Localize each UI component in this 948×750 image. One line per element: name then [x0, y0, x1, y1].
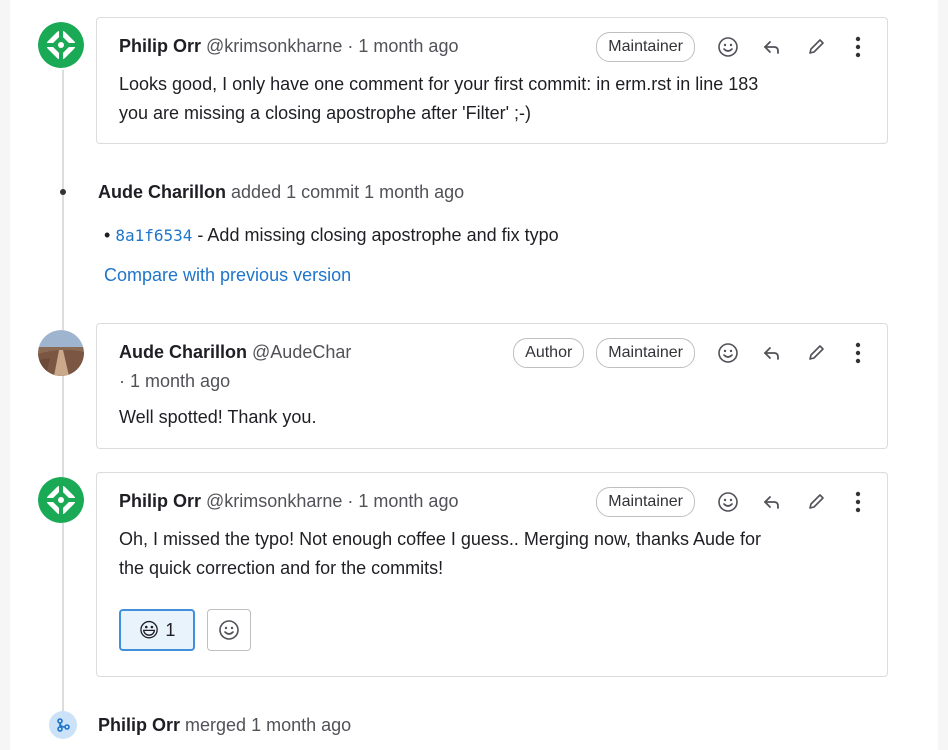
system-note-commit: Aude Charillon added 1 commit 1 month ag… [98, 180, 464, 204]
avatar[interactable] [38, 22, 84, 68]
system-time[interactable]: 1 month ago [251, 715, 351, 735]
author-username[interactable]: @krimsonkharne [206, 491, 342, 511]
add-reaction-button[interactable] [207, 609, 251, 651]
note-body: Well spotted! Thank you. [119, 403, 869, 432]
note-actions: Author Maintainer [501, 338, 869, 368]
note-time[interactable]: 1 month ago [130, 371, 230, 391]
smiley-icon [718, 37, 738, 57]
pencil-icon [809, 39, 824, 54]
note-time[interactable]: 1 month ago [358, 491, 458, 511]
edit-button[interactable] [805, 491, 827, 513]
merge-request-activity: Philip Orr @krimsonkharne · 1 month ago … [10, 0, 938, 750]
note-body-line: the quick correction and for the commits… [119, 558, 444, 578]
bullet: • [104, 225, 111, 245]
reply-icon [764, 496, 779, 509]
kebab-icon [855, 491, 861, 513]
reply-button[interactable] [761, 36, 783, 58]
reply-button[interactable] [761, 342, 783, 364]
note-header: Philip Orr @krimsonkharne · 1 month ago [119, 34, 458, 58]
commit-message: Add missing closing apostrophe and fix t… [207, 225, 559, 245]
comment-note: Philip Orr @krimsonkharne · 1 month ago … [96, 17, 888, 144]
timeline-line [62, 70, 64, 720]
reply-icon [764, 347, 779, 360]
merge-icon [49, 711, 77, 739]
pencil-icon [809, 494, 824, 509]
commit-item: • 8a1f6534 - Add missing closing apostro… [104, 223, 559, 248]
smiley-icon [718, 492, 738, 512]
more-actions-button[interactable] [847, 342, 869, 364]
pencil-icon [809, 345, 824, 360]
comment-note: Aude Charillon @AudeChar · 1 month ago A… [96, 323, 888, 449]
timeline-dot [60, 189, 66, 195]
system-time[interactable]: 1 month ago [364, 182, 464, 202]
reaction-smiley-button[interactable]: 😃 1 [119, 609, 195, 651]
system-note-merged: Philip Orr merged 1 month ago [98, 713, 351, 737]
author-badge: Author [513, 338, 585, 368]
reaction-count: 1 [165, 619, 176, 640]
note-body: Oh, I missed the typo! Not enough coffee… [119, 525, 869, 583]
maintainer-badge: Maintainer [596, 338, 695, 368]
more-actions-button[interactable] [847, 36, 869, 58]
avatar[interactable] [38, 477, 84, 523]
reply-icon [764, 41, 779, 54]
reaction-emoji: 😃 [138, 619, 160, 642]
maintainer-badge: Maintainer [596, 487, 695, 517]
separator: · [347, 36, 354, 56]
separator: · [347, 491, 354, 511]
photo-avatar [38, 330, 84, 376]
add-reaction-button[interactable] [717, 36, 739, 58]
gitlab-avatar-icon [38, 477, 84, 523]
kebab-icon [855, 36, 861, 58]
smiley-icon [718, 343, 738, 363]
add-reaction-button[interactable] [717, 342, 739, 364]
author-name[interactable]: Aude Charillon [98, 182, 226, 202]
note-header: Philip Orr @krimsonkharne · 1 month ago [119, 489, 458, 513]
note-time[interactable]: 1 month ago [358, 36, 458, 56]
note-actions: Maintainer [584, 487, 869, 517]
author-name[interactable]: Aude Charillon [119, 342, 247, 362]
separator: · [119, 371, 125, 391]
smiley-icon [219, 620, 239, 640]
note-body: Looks good, I only have one comment for … [119, 70, 869, 128]
system-action: merged [185, 715, 247, 735]
kebab-icon [855, 342, 861, 364]
commit-dash: - [197, 225, 204, 245]
comment-note: Philip Orr @krimsonkharne · 1 month ago … [96, 472, 888, 677]
compare-version-link[interactable]: Compare with previous version [104, 263, 351, 287]
note-body-line: Looks good, I only have one comment for … [119, 74, 759, 94]
add-reaction-button[interactable] [717, 491, 739, 513]
note-time-line: · 1 month ago [119, 369, 230, 393]
note-body-line: Well spotted! Thank you. [119, 407, 317, 427]
note-header: Aude Charillon @AudeChar [119, 340, 351, 364]
note-body-line: Oh, I missed the typo! Not enough coffee… [119, 529, 762, 549]
commit-sha-link[interactable]: 8a1f6534 [115, 226, 192, 245]
note-body-line: you are missing a closing apostrophe aft… [119, 103, 532, 123]
author-username[interactable]: @krimsonkharne [206, 36, 342, 56]
more-actions-button[interactable] [847, 491, 869, 513]
reply-button[interactable] [761, 491, 783, 513]
author-username[interactable]: @AudeChar [252, 342, 351, 362]
maintainer-badge: Maintainer [596, 32, 695, 62]
edit-button[interactable] [805, 342, 827, 364]
gitlab-avatar-icon [38, 22, 84, 68]
avatar[interactable] [38, 330, 84, 376]
author-name[interactable]: Philip Orr [98, 715, 180, 735]
author-name[interactable]: Philip Orr [119, 36, 201, 56]
author-name[interactable]: Philip Orr [119, 491, 201, 511]
edit-button[interactable] [805, 36, 827, 58]
system-action: added 1 commit [231, 182, 360, 202]
note-actions: Maintainer [584, 32, 869, 62]
